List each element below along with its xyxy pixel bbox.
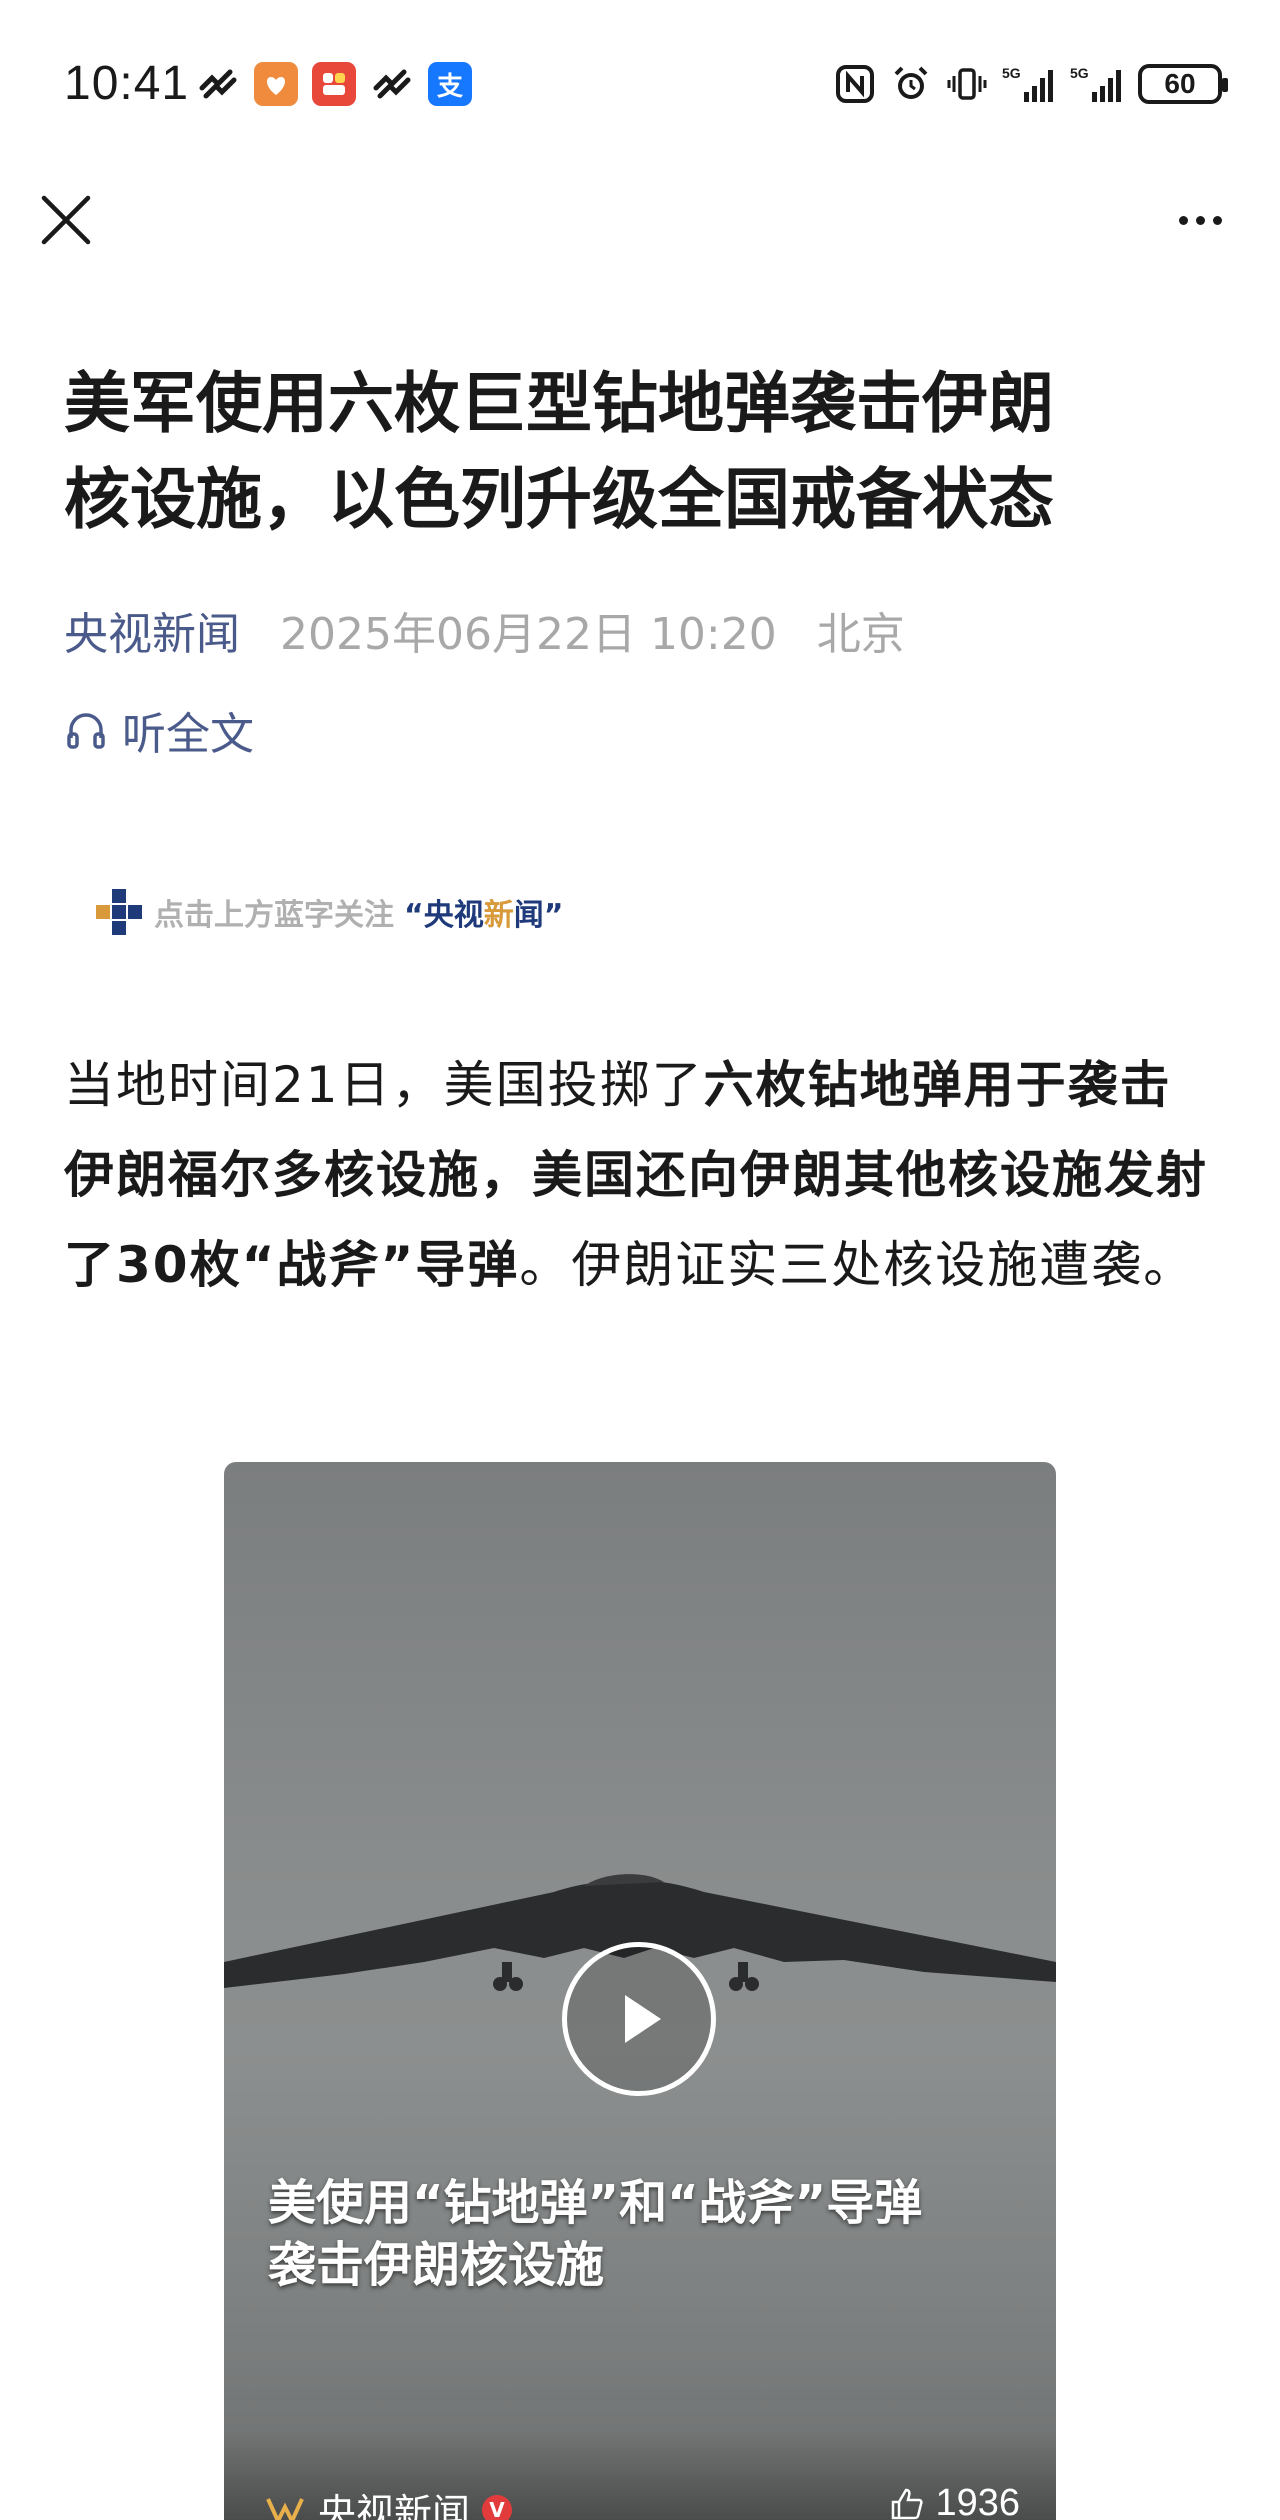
- publish-location: 北京: [816, 609, 905, 660]
- more-options-icon: [1178, 215, 1188, 225]
- headphones-icon: [67, 713, 105, 749]
- signal-5g-icon: 5G: [1070, 62, 1124, 106]
- vibrate-icon: [946, 62, 988, 106]
- mail-app-icon: [373, 69, 411, 99]
- paragraph-segment: 。伊朗证实三处核设施遭袭。: [519, 1236, 1196, 1294]
- article-paragraph: 当地时间21日，美国投掷了六枚钻地弹用于袭击伊朗福尔多核设施，美国还向伊朗其他核…: [64, 1040, 1220, 1310]
- channel-name-part-2: 新: [483, 898, 514, 933]
- source-link[interactable]: 央视新闻: [64, 598, 240, 662]
- article-meta: 央视新闻 2025年06月22日 10:20 北京: [64, 598, 905, 662]
- close-icon: [41, 195, 91, 245]
- svg-text:5G: 5G: [1002, 65, 1021, 81]
- quote-close: ”: [543, 898, 564, 933]
- title-line-2: 核设施，以色列升级全国戒备状态: [64, 461, 1054, 538]
- title-line-1: 美军使用六枚巨型钻地弹袭击伊朗: [64, 365, 1054, 442]
- play-button[interactable]: [562, 1942, 716, 2096]
- more-options-icon: [1195, 215, 1205, 225]
- mail-app-icon: [199, 69, 237, 99]
- paragraph-segment: 当地时间21日，美国投掷了: [64, 1056, 704, 1114]
- play-icon: [625, 1995, 661, 2043]
- channel-name-part-3: 闻: [513, 898, 544, 933]
- notification-icons: 支: [196, 62, 472, 106]
- likes-count: 1936: [935, 2482, 1020, 2520]
- more-options-button[interactable]: [1160, 188, 1240, 252]
- channel-name-part-1: 央视: [423, 898, 484, 933]
- follow-banner[interactable]: 点击上方蓝字关注 “央视新闻”: [94, 884, 563, 940]
- video-likes[interactable]: 1936: [889, 2482, 1020, 2520]
- taobao-app-icon: [254, 62, 298, 106]
- svg-text:5G: 5G: [1070, 65, 1089, 81]
- video-player[interactable]: 美使用“钻地弹”和“战斧”导弹 袭击伊朗核设施 央视新闻 V 1936: [224, 1462, 1056, 2520]
- thumbs-up-icon: [892, 2488, 924, 2519]
- signal-5g-icon: 5G: [1002, 62, 1056, 106]
- video-caption: 美使用“钻地弹”和“战斧”导弹 袭击伊朗核设施: [268, 2172, 1028, 2296]
- status-time: 10:41: [64, 57, 190, 110]
- article-title: 美军使用六枚巨型钻地弹袭击伊朗 核设施，以色列升级全国戒备状态: [64, 356, 1214, 548]
- video-channel-name: 央视新闻: [318, 2491, 471, 2520]
- alipay-app-icon: 支: [428, 62, 472, 106]
- listen-full-button[interactable]: 听全文: [64, 698, 254, 762]
- publish-datetime: 2025年06月22日 10:20: [280, 609, 777, 660]
- close-button[interactable]: [34, 188, 98, 252]
- channel-logo-icon: [266, 2497, 304, 2520]
- caption-line-2: 袭击伊朗核设施: [268, 2237, 605, 2293]
- cctv-logo-icon: [96, 889, 142, 935]
- nfc-icon: [834, 62, 876, 106]
- status-bar: 10:41 支 5G 5G 60: [0, 0, 1280, 170]
- alarm-icon: [890, 62, 932, 106]
- caption-line-1: 美使用“钻地弹”和“战斧”导弹: [268, 2175, 923, 2231]
- follow-channel-name: “央视新闻”: [404, 890, 563, 934]
- listen-label: 听全文: [122, 709, 254, 760]
- battery-indicator: 60: [1138, 64, 1228, 104]
- video-channel[interactable]: 央视新闻 V: [264, 2482, 513, 2520]
- article-toolbar: [0, 180, 1280, 260]
- follow-prompt: 点击上方蓝字关注: [154, 898, 394, 933]
- system-icons: 5G 5G 60: [834, 62, 1228, 106]
- quote-open: “: [404, 898, 424, 933]
- verified-badge: V: [482, 2494, 513, 2520]
- pinduoduo-app-icon: [312, 62, 356, 106]
- more-options-icon: [1212, 215, 1222, 225]
